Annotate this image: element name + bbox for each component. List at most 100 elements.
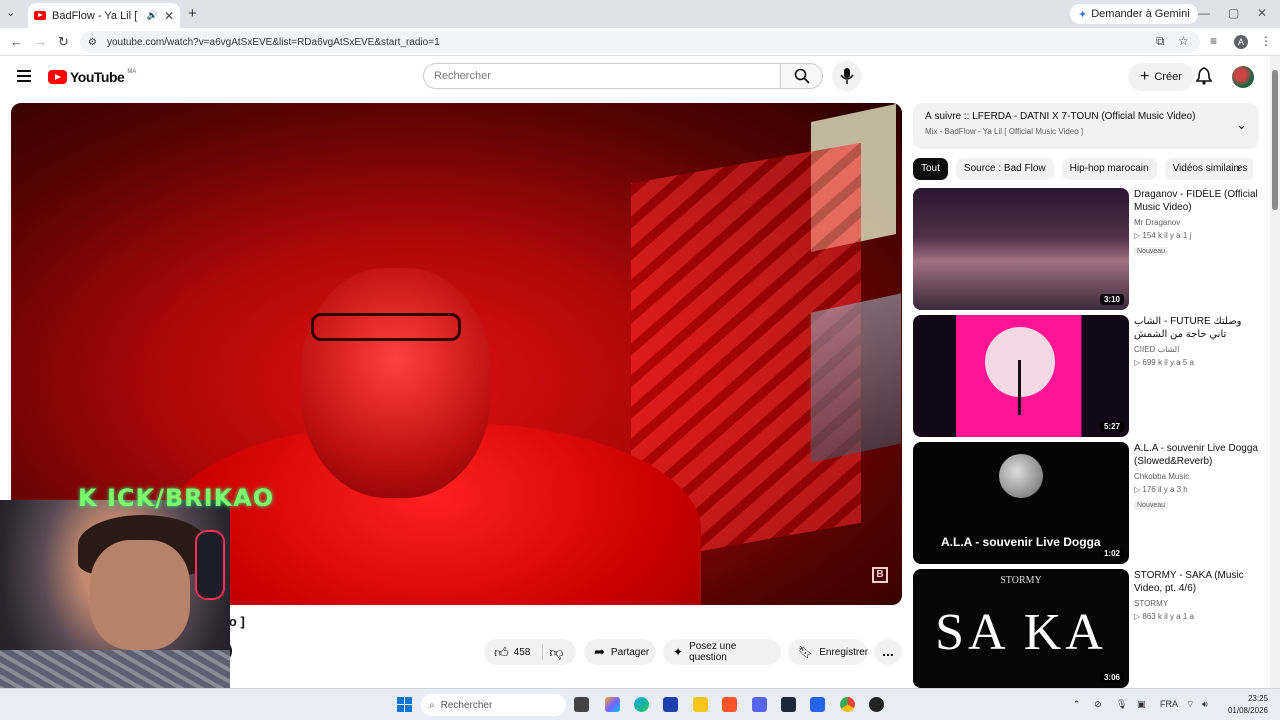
obs-icon[interactable] (869, 697, 884, 712)
up-next-title: À suivre :: LFERDA - DATNI X 7-TOUN (Off… (925, 111, 1196, 122)
webcam-face (90, 540, 190, 650)
minimize-icon[interactable]: — (1198, 6, 1210, 20)
windows-start-icon[interactable] (397, 697, 412, 712)
url-field[interactable]: ⚙ youtube.com/watch?v=a6vgAtSxEVE&list=R… (80, 31, 1200, 53)
share-button[interactable]: ➦ Partager (584, 639, 656, 665)
tray-chevron-up-icon[interactable]: ⌃ (1073, 699, 1081, 710)
search-button[interactable] (781, 63, 823, 89)
recommendation-title[interactable]: STORMY - SAKA (Music Video, pt. 4/6) (1134, 569, 1259, 595)
save-button[interactable]: 🔖︎ Enregistrer (788, 639, 868, 665)
youtube-favicon-icon (34, 11, 46, 20)
thumbs-up-icon: 👍︎ (494, 643, 509, 660)
chrome-icon[interactable] (840, 697, 855, 712)
search-icon (794, 68, 810, 84)
chips-next-chevron-icon[interactable]: › (1236, 160, 1240, 175)
channel-name[interactable]: Mr Draganov (1134, 218, 1259, 227)
browser-menu-icon[interactable]: ⋮ (1260, 34, 1272, 48)
channel-name[interactable]: CIIED الشاب (1134, 345, 1259, 354)
divider (542, 644, 544, 660)
ask-label: Posez une question (689, 641, 737, 663)
channel-name[interactable]: Chkobba Music (1134, 472, 1259, 481)
steam-icon[interactable] (781, 697, 796, 712)
mic-tray-icon[interactable]: 🎙︎ (1116, 699, 1127, 710)
close-window-icon[interactable]: ✕ (1257, 6, 1267, 20)
taskbar: ⌕ Rechercher ⌃ ⊘ 🎙︎ ▣ FRA ⌔ 🔊︎ 23:25 01/… (0, 688, 1280, 720)
ask-question-button[interactable]: ✦ Posez une question (663, 639, 781, 665)
edge-icon[interactable] (634, 697, 649, 712)
ea-icon[interactable] (810, 697, 825, 712)
voice-search-button[interactable] (832, 61, 862, 91)
tab-list-chevron-down-icon[interactable]: ⌄ (6, 6, 15, 19)
headset-icon (195, 530, 225, 600)
thumbnail-moon (999, 454, 1043, 498)
site-info-icon[interactable]: ⚙ (88, 37, 97, 48)
like-count: 458 (513, 646, 531, 658)
back-arrow-icon[interactable]: ← (10, 34, 23, 49)
copilot-icon[interactable] (605, 697, 620, 712)
gemini-button[interactable]: ✦ Demander à Gemini (1070, 4, 1198, 24)
profile-avatar[interactable]: A (1234, 35, 1248, 49)
volume-icon[interactable]: 🔊︎ (1202, 699, 1208, 710)
thumbnail-top-text: STORMY (1000, 575, 1042, 586)
language-indicator[interactable]: FRA (1160, 699, 1178, 709)
video-thumbnail[interactable]: 3:10 (913, 188, 1129, 310)
youtube-logo[interactable]: YouTube MA (48, 69, 136, 85)
file-explorer-icon[interactable] (693, 697, 708, 712)
recommendation-item[interactable]: 5:27 الشاب - FUTURE وصلتك تاني حاجة من ا… (913, 315, 1273, 437)
search-input[interactable]: Rechercher (423, 63, 781, 89)
clock-time: 23:25 (1247, 694, 1268, 703)
new-tab-button[interactable]: + (188, 5, 197, 22)
account-avatar[interactable] (1232, 66, 1254, 88)
brave-icon[interactable] (722, 697, 737, 712)
recommendation-title[interactable]: Draganov - FIDÈLE (Official Music Video) (1134, 188, 1259, 214)
reload-icon[interactable]: ↻ (58, 34, 69, 50)
recommendation-item[interactable]: A.L.A - souvenir Live Dogga 1:02 A.L.A -… (913, 442, 1273, 564)
speaker-icon[interactable]: 🔊 (147, 10, 158, 21)
share-arrow-icon: ➦ (594, 644, 605, 659)
video-thumbnail[interactable]: STORMY SA KA 3:06 (913, 569, 1129, 688)
search-icon: ⌕ (429, 699, 435, 711)
recommendation-title[interactable]: A.L.A - souvenir Live Dogga (Slowed&Reve… (1134, 442, 1259, 468)
up-next-panel[interactable]: À suivre :: LFERDA - DATNI X 7-TOUN (Off… (913, 103, 1259, 149)
close-tab-icon[interactable]: ✕ (164, 9, 174, 23)
scrollbar-thumb[interactable] (1272, 70, 1278, 210)
chip-hiphop[interactable]: Hip-hop marocain (1061, 158, 1157, 180)
more-actions-button[interactable]: ... (874, 639, 902, 665)
plus-icon: + (1140, 68, 1150, 85)
discord-icon[interactable] (752, 697, 767, 712)
dislike-thumbs-down-icon[interactable]: 👎︎ (549, 644, 563, 661)
thumbnail-big-text: SA KA (935, 604, 1107, 661)
bookmark-star-icon[interactable]: ☆ (1178, 34, 1189, 48)
open-in-app-icon[interactable]: ⧉ (1156, 34, 1165, 49)
notifications-bell-icon[interactable] (1196, 67, 1212, 85)
chip-source[interactable]: Source : Bad Flow (955, 158, 1054, 180)
clock[interactable]: 23:25 01/08/2026 (1218, 693, 1268, 717)
like-button[interactable]: 👍︎ 458 (494, 644, 530, 661)
restore-icon[interactable]: ▢ (1228, 6, 1239, 20)
browser-tab[interactable]: BadFlow - Ya Lil [ Official M 🔊 ✕ (28, 3, 180, 28)
video-thumbnail[interactable]: A.L.A - souvenir Live Dogga 1:02 (913, 442, 1129, 564)
microphone-icon (840, 68, 854, 84)
taskbar-search-input[interactable]: ⌕ Rechercher (421, 694, 566, 716)
app-tray-icon[interactable]: ▣ (1137, 699, 1146, 710)
media-controls-icon[interactable]: ≡ (1210, 34, 1217, 48)
recommendation-title[interactable]: الشاب - FUTURE وصلتك تاني حاجة من الشمش (1134, 315, 1259, 341)
hamburger-menu-icon[interactable] (17, 70, 31, 82)
task-view-icon[interactable] (574, 697, 589, 712)
create-button[interactable]: + Créer (1128, 63, 1194, 91)
store-icon[interactable] (663, 697, 678, 712)
taskbar-search-placeholder: Rechercher (440, 699, 493, 711)
video-thumbnail[interactable]: 5:27 (913, 315, 1129, 437)
recommendation-item[interactable]: 3:10 Draganov - FIDÈLE (Official Music V… (913, 188, 1273, 310)
network-off-icon[interactable]: ⊘ (1094, 699, 1102, 710)
recommendation-item[interactable]: STORMY SA KA 3:06 STORMY - SAKA (Music V… (913, 569, 1273, 688)
country-code: MA (127, 69, 137, 75)
wifi-icon[interactable]: ⌔ (1186, 699, 1194, 710)
new-badge: Nouveau (1134, 247, 1169, 256)
channel-name[interactable]: STORMY (1134, 599, 1259, 608)
forward-arrow-icon[interactable]: → (34, 34, 47, 49)
channel-watermark-icon[interactable]: B (872, 567, 888, 583)
chip-all[interactable]: Tout (913, 158, 948, 180)
expand-chevron-down-icon[interactable]: ⌄ (1236, 117, 1247, 133)
page-scrollbar[interactable] (1270, 56, 1280, 688)
